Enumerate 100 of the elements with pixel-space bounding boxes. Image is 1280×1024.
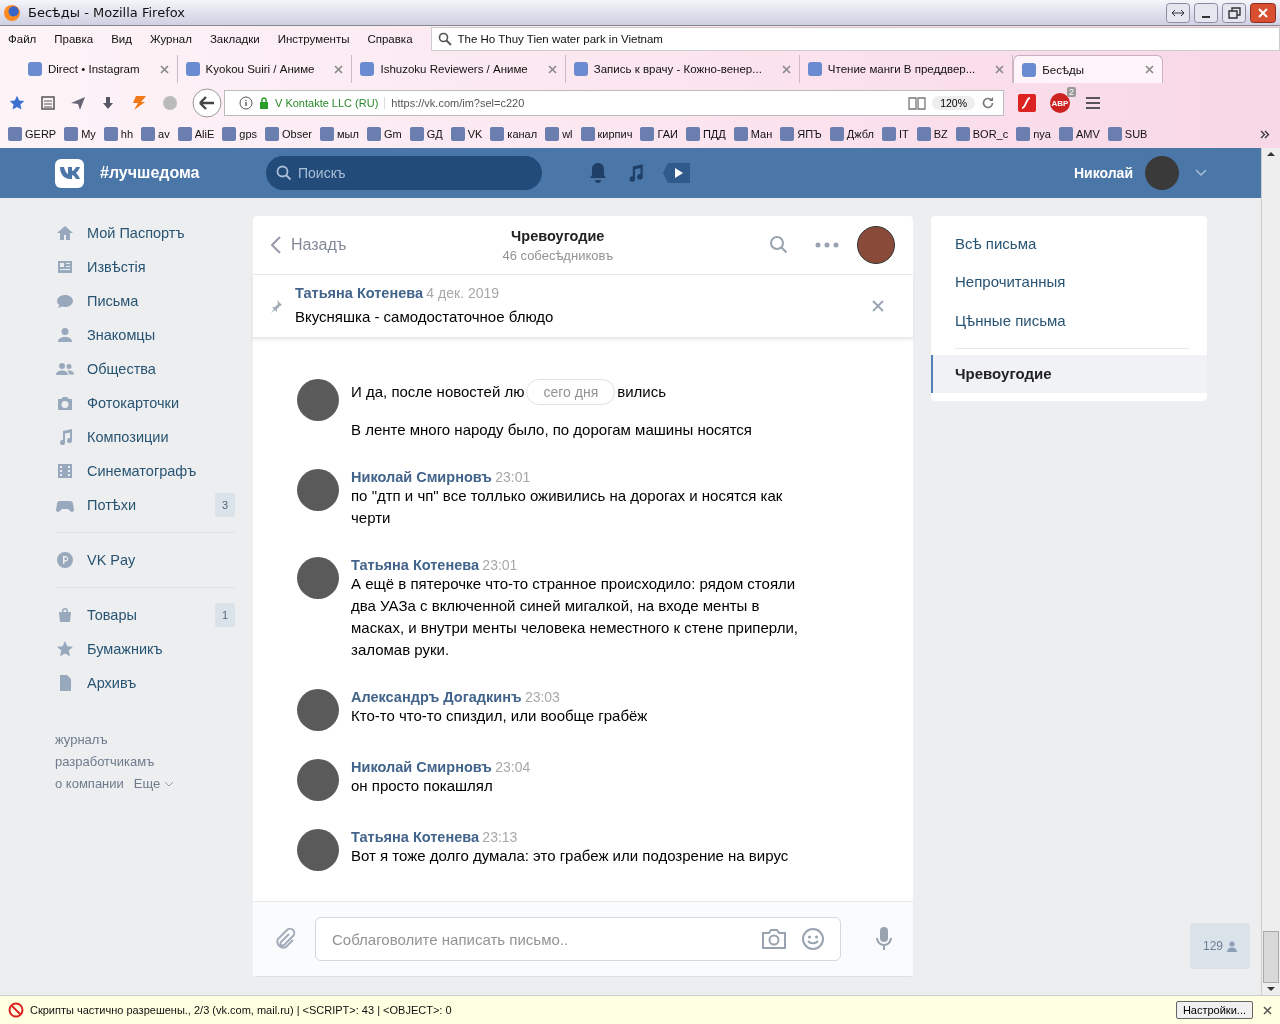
resize-button[interactable] <box>1166 2 1190 23</box>
user-name[interactable]: Николай <box>1073 165 1133 181</box>
close-tab-icon[interactable] <box>159 64 169 74</box>
vk-logo-icon[interactable] <box>55 158 84 188</box>
close-button[interactable] <box>1250 2 1276 23</box>
avatar[interactable] <box>297 689 339 731</box>
footer-link[interactable]: Еще <box>133 776 175 791</box>
bookmark-item[interactable]: Ман <box>733 127 773 141</box>
bookmark-item[interactable]: кирпич <box>580 127 633 141</box>
download-icon[interactable] <box>100 95 116 111</box>
bookmark-item[interactable]: GERP <box>8 127 57 141</box>
menu-item[interactable]: Файл <box>8 33 37 45</box>
menu-item[interactable]: Правка <box>54 33 94 45</box>
sidebar-item[interactable]: Синематографъ <box>55 454 235 488</box>
author-name[interactable]: Николай Смирновъ <box>351 759 492 775</box>
bookmark-item[interactable]: My <box>64 127 96 141</box>
author-name[interactable]: Николай Смирновъ <box>351 469 492 485</box>
flash-icon[interactable] <box>1018 94 1036 112</box>
search-field[interactable]: The Ho Thuy Tien water park in Vietnam <box>430 27 1280 51</box>
scrollbar[interactable] <box>1261 148 1280 995</box>
bookmark-item[interactable]: Obser <box>265 127 312 141</box>
settings-button[interactable]: Настройки... <box>1175 1001 1253 1019</box>
minimize-button[interactable] <box>1194 2 1218 23</box>
bookmark-item[interactable]: SUB <box>1107 127 1148 141</box>
zoom-level[interactable]: 120% <box>932 96 975 110</box>
more-bookmarks-icon[interactable] <box>1260 129 1270 139</box>
author-name[interactable]: Татьяна Котенева <box>295 284 423 301</box>
more-icon[interactable] <box>815 242 839 248</box>
bookmark-item[interactable]: VK <box>450 127 483 141</box>
close-tab-icon[interactable] <box>781 64 791 74</box>
message-input[interactable]: Соблаговолите написать письмо.. <box>315 917 841 961</box>
chat-avatar[interactable] <box>857 226 895 264</box>
address-bar[interactable]: V Kontakte LLC (RU) https://vk.com/im?sel=c220 120% <box>224 90 1004 116</box>
sidebar-item[interactable]: Бумажникъ <box>55 632 235 666</box>
avatar[interactable] <box>297 379 339 421</box>
browser-tab[interactable]: Запись к врачу - Кожно-венер... <box>565 55 800 83</box>
menu-item[interactable]: Справка <box>367 33 413 45</box>
chevron-left-icon[interactable] <box>271 236 281 254</box>
folder-item[interactable]: Цѣнные письма <box>931 301 1207 340</box>
restore-button[interactable] <box>1222 2 1246 23</box>
sidebar-item[interactable]: Извѣстія <box>55 250 235 284</box>
avatar[interactable] <box>297 759 339 801</box>
bookmark-item[interactable]: Gm <box>366 127 402 141</box>
close-tab-icon[interactable] <box>1145 65 1155 74</box>
smiley-icon[interactable] <box>801 927 825 951</box>
bookmark-item[interactable]: nya <box>1016 127 1051 141</box>
sidebar-item[interactable]: Потѣхи 3 <box>55 488 235 522</box>
bookmark-item[interactable]: BOR_c <box>955 127 1009 141</box>
browser-tab[interactable]: Kyokou Suiri / Аниме <box>177 55 353 83</box>
close-tab-icon[interactable] <box>334 64 344 74</box>
footer-link[interactable]: о компании <box>55 776 124 791</box>
lightning-icon[interactable] <box>130 95 148 111</box>
browser-tab[interactable]: Чтение манги В преддвер... <box>799 55 1014 83</box>
author-name[interactable]: Александръ Догадкинъ <box>351 689 522 705</box>
folder-item[interactable]: Чревоугодие <box>931 354 1207 393</box>
menu-item[interactable]: Вид <box>111 33 132 45</box>
sidebar-item[interactable]: VK Pay <box>55 543 235 577</box>
sidebar-item[interactable]: Архивъ <box>55 666 235 700</box>
chevron-down-icon[interactable] <box>1195 169 1207 177</box>
menu-icon[interactable] <box>1084 95 1102 111</box>
bookmark-item[interactable]: мыл <box>320 127 359 141</box>
avatar[interactable] <box>297 557 339 599</box>
adblock-button[interactable]: ABP <box>1050 93 1070 113</box>
bookmark-item[interactable]: gps <box>222 127 258 141</box>
bookmark-item[interactable]: ГАИ <box>640 127 678 141</box>
back-button[interactable] <box>192 88 222 118</box>
browser-tab[interactable]: Direct • Instagram <box>20 55 178 83</box>
sidebar-item[interactable]: Товары 1 <box>55 598 235 632</box>
menu-item[interactable]: Закладки <box>209 33 260 45</box>
site-title[interactable]: #лучшедома <box>100 164 250 182</box>
footer-link[interactable]: разработчикамъ <box>55 754 225 769</box>
close-icon[interactable] <box>1263 1005 1272 1015</box>
close-tab-icon[interactable] <box>995 64 1005 74</box>
browser-tab[interactable]: Бесѣды <box>1013 55 1164 83</box>
list-icon[interactable] <box>40 95 56 111</box>
search-icon[interactable] <box>769 235 789 255</box>
bell-icon[interactable] <box>588 162 608 184</box>
author-name[interactable]: Татьяна Котенева <box>351 557 479 573</box>
close-tab-icon[interactable] <box>547 64 557 74</box>
search-field[interactable]: Поискъ <box>266 156 542 190</box>
bookmark-item[interactable]: AMV <box>1059 127 1100 141</box>
bookmark-item[interactable]: hh <box>103 127 134 141</box>
bookmark-item[interactable]: GД <box>409 127 443 141</box>
microphone-icon[interactable] <box>875 926 893 952</box>
scroll-thumb[interactable] <box>1263 931 1279 983</box>
sidebar-item[interactable]: Фотокарточки <box>55 386 235 420</box>
sidebar-item[interactable]: Знакомцы <box>55 318 235 352</box>
folder-item[interactable]: Всѣ письма <box>931 224 1207 263</box>
bookmark-item[interactable]: Джбл <box>829 127 874 141</box>
footer-link[interactable]: журналъ <box>55 732 225 747</box>
folder-item[interactable]: Непрочитанныя <box>931 262 1207 301</box>
play-icon[interactable] <box>662 162 692 184</box>
sidebar-item[interactable]: Письма <box>55 284 235 318</box>
author-name[interactable]: Татьяна Котенева <box>351 829 479 845</box>
star-icon[interactable] <box>8 94 26 112</box>
reload-icon[interactable] <box>981 96 995 110</box>
sidebar-item[interactable]: Мой Паспортъ <box>55 216 235 250</box>
bookmark-item[interactable]: AliE <box>177 127 215 141</box>
sidebar-item[interactable]: Композиции <box>55 420 235 454</box>
bookmark-item[interactable]: BZ <box>916 127 948 141</box>
